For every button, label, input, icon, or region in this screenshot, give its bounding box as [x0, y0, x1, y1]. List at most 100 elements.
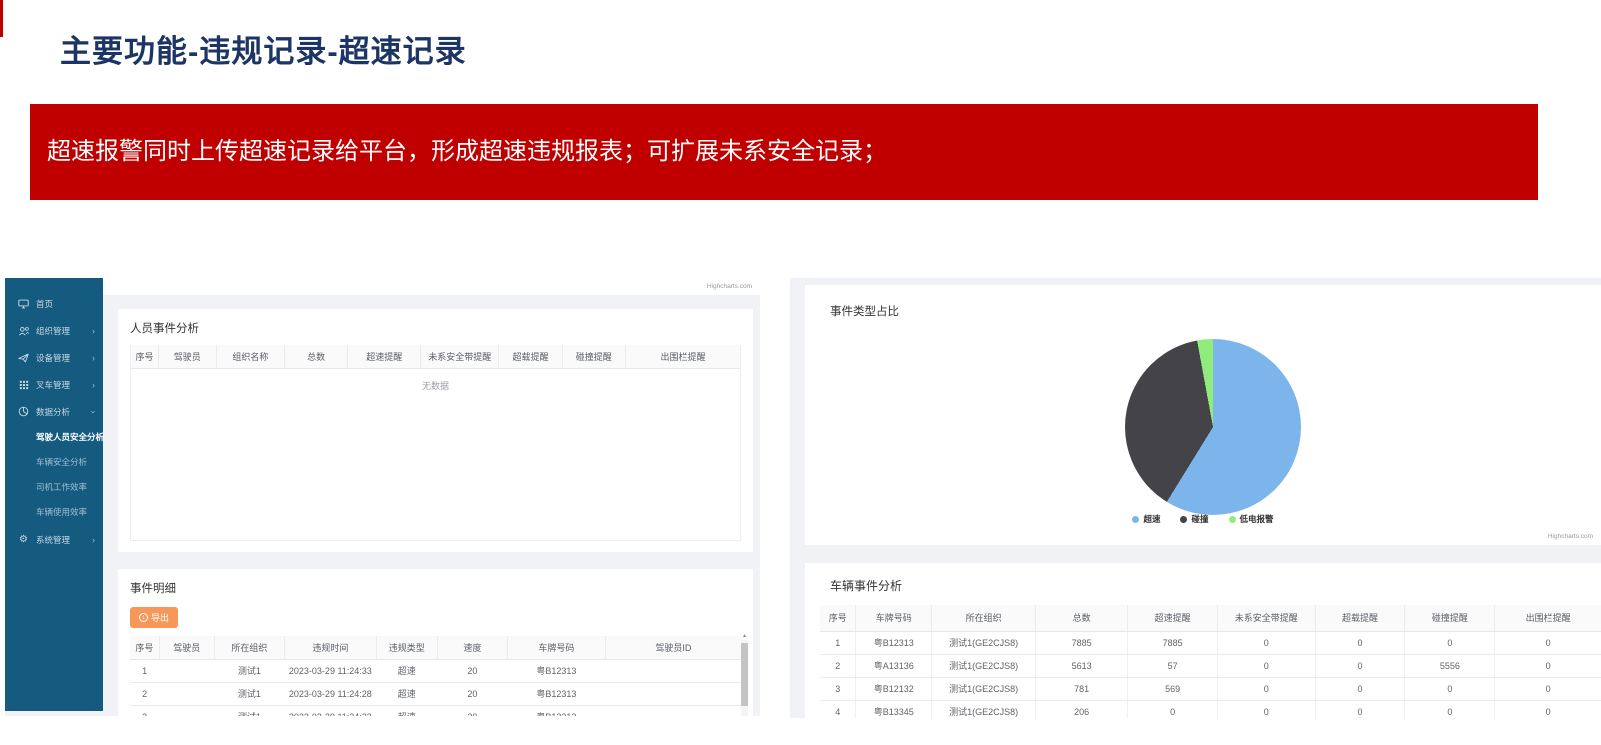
sidebar-subitem-vehicle-safety-analysis[interactable]: 车辆安全分析	[5, 450, 103, 475]
page-title: 主要功能-违规记录-超速记录	[60, 26, 467, 71]
monitor-icon	[17, 298, 30, 309]
scrollbar-up-arrow-icon[interactable]: ▲	[741, 633, 748, 639]
scrollbar-thumb[interactable]	[741, 643, 748, 706]
table-cell: 超速	[376, 705, 437, 716]
table-cell: 粤B12132	[856, 677, 932, 700]
vertical-scrollbar[interactable]: ▲	[741, 640, 748, 716]
table-cell: 0	[1495, 677, 1601, 700]
table-cell: 2023-03-29 11:24:33	[285, 659, 377, 682]
column-header: 所在组织	[932, 605, 1036, 631]
highcharts-credit-link[interactable]: Highcharts.com	[1548, 533, 1593, 540]
sidebar-subitem-driver-safety-analysis[interactable]: 驾驶人员安全分析	[5, 425, 103, 450]
column-header: 违规类型	[376, 636, 437, 659]
sidebar-subitem-vehicle-usage-efficiency[interactable]: 车辆使用效率	[5, 500, 103, 525]
left-main-content: Highcharts.com 人员事件分析 序号驾驶员组织名称总数超速提醒未系安…	[103, 278, 760, 716]
table-cell: 1	[130, 659, 159, 682]
table-cell: 测试1	[214, 659, 284, 682]
table-row[interactable]: 3粤B12132测试1(GE2CJS8)7815690000	[820, 677, 1601, 700]
organization-icon	[17, 325, 30, 336]
table-row[interactable]: 2测试12023-03-29 11:24:28超速20粤B12313	[130, 682, 741, 705]
gear-icon: ⚙	[17, 534, 30, 545]
table-cell: 0	[1405, 700, 1495, 718]
legend-item-collision[interactable]: 碰撞	[1180, 513, 1208, 525]
legend-item-overspeed[interactable]: 超速	[1132, 513, 1160, 525]
highcharts-credit-link[interactable]: Highcharts.com	[707, 283, 752, 290]
legend-dot	[1180, 516, 1187, 523]
column-header: 出围栏提醒	[1495, 605, 1601, 631]
table-cell: 2023-03-29 11:24:28	[285, 682, 377, 705]
legend-dot	[1229, 516, 1236, 523]
table-cell: 0	[1405, 677, 1495, 700]
table-cell: 粤B12313	[508, 659, 606, 682]
table-row[interactable]: 1测试12023-03-29 11:24:33超速20粤B12313	[130, 659, 741, 682]
chevron-right-icon: ›	[92, 380, 95, 390]
person-event-analysis-panel: 人员事件分析 序号驾驶员组织名称总数超速提醒未系安全带提醒超载提醒碰撞提醒出围栏…	[118, 309, 753, 552]
table-cell	[159, 705, 214, 716]
table-cell	[159, 659, 214, 682]
event-detail-table: 序号驾驶员所在组织违规时间违规类型速度车牌号码驾驶员ID 1测试12023-03…	[130, 636, 741, 716]
column-header: 驾驶员	[159, 636, 214, 659]
table-cell: 测试1(GE2CJS8)	[932, 654, 1036, 677]
table-cell: 2023-03-29 11:24:23	[285, 705, 377, 716]
table-cell: 781	[1036, 677, 1128, 700]
table-cell: 7885	[1036, 631, 1128, 654]
sidebar-item-data-analysis[interactable]: 数据分析 ›	[5, 398, 103, 425]
banner-text: 超速报警同时上传超速记录给平台，形成超速违规报表；可扩展未系安全记录；	[47, 131, 887, 166]
table-cell: 20	[437, 682, 507, 705]
sidebar-item-device[interactable]: 设备管理 ›	[5, 344, 103, 371]
table-cell: 206	[1036, 700, 1128, 718]
table-cell: 20	[437, 705, 507, 716]
table-cell: 5613	[1036, 654, 1128, 677]
table-row[interactable]: 4粤B13345测试1(GE2CJS8)20600000	[820, 700, 1601, 718]
table-cell: 0	[1495, 631, 1601, 654]
sidebar-item-organization[interactable]: 组织管理 ›	[5, 317, 103, 344]
legend-item-low-battery[interactable]: 低电报警	[1229, 513, 1274, 525]
table-cell: 粤B12313	[508, 705, 606, 716]
person-event-table: 序号驾驶员组织名称总数超速提醒未系安全带提醒超载提醒碰撞提醒出围栏提醒	[131, 345, 740, 369]
legend-label: 低电报警	[1240, 513, 1274, 525]
table-cell	[605, 682, 741, 705]
export-button-label: 导出	[151, 611, 169, 624]
panel-title: 事件明细	[118, 569, 753, 605]
table-cell	[605, 705, 741, 716]
pie-chart[interactable]	[1125, 339, 1301, 515]
table-cell: 超速	[376, 682, 437, 705]
export-button[interactable]: ↓ 导出	[130, 607, 178, 628]
column-header: 总数	[284, 345, 347, 368]
table-cell: 57	[1128, 654, 1218, 677]
vehicle-analysis-dashboard-screenshot: 事件类型占比 超速 碰撞 低电报警 Highcharts.com 车辆事件分析 …	[790, 278, 1601, 718]
table-cell: 20	[437, 659, 507, 682]
column-header: 序号	[131, 345, 158, 368]
device-icon	[17, 352, 30, 363]
panel-title: 事件类型占比	[805, 285, 1601, 319]
table-cell	[159, 682, 214, 705]
table-cell: 7885	[1128, 631, 1218, 654]
table-row[interactable]: 1粤B12313测试1(GE2CJS8)788578850000	[820, 631, 1601, 654]
table-cell: 0	[1218, 631, 1316, 654]
table-row[interactable]: 3测试12023-03-29 11:24:23超速20粤B12313	[130, 705, 741, 716]
forklift-icon	[17, 379, 30, 390]
pie-legend: 超速 碰撞 低电报警	[805, 513, 1601, 525]
table-row[interactable]: 2粤A13136测试1(GE2CJS8)5613570055560	[820, 654, 1601, 677]
table-header-row: 序号驾驶员组织名称总数超速提醒未系安全带提醒超载提醒碰撞提醒出围栏提醒	[131, 345, 740, 368]
column-header: 碰撞提醒	[562, 345, 625, 368]
table-cell: 0	[1315, 631, 1405, 654]
table-cell: 粤B13345	[856, 700, 932, 718]
table-cell: 569	[1128, 677, 1218, 700]
column-header: 超速提醒	[348, 345, 421, 368]
sidebar: 首页 组织管理 › 设备管理 › 叉车管理 › 数据	[5, 278, 103, 711]
table-header-row: 序号车牌号码所在组织总数超速提醒未系安全带提醒超载提醒碰撞提醒出围栏提醒	[820, 605, 1601, 631]
sidebar-item-home[interactable]: 首页	[5, 290, 103, 317]
table-cell: 0	[1315, 654, 1405, 677]
sidebar-subitem-driver-efficiency[interactable]: 司机工作效率	[5, 475, 103, 500]
sidebar-item-forklift[interactable]: 叉车管理 ›	[5, 371, 103, 398]
table-cell: 0	[1405, 631, 1495, 654]
description-banner: 超速报警同时上传超速记录给平台，形成超速违规报表；可扩展未系安全记录；	[30, 104, 1538, 200]
column-header: 超速提醒	[1128, 605, 1218, 631]
column-header: 碰撞提醒	[1405, 605, 1495, 631]
sidebar-item-system[interactable]: ⚙ 系统管理 ›	[5, 526, 103, 553]
legend-dot	[1132, 516, 1139, 523]
vehicle-event-table: 序号车牌号码所在组织总数超速提醒未系安全带提醒超载提醒碰撞提醒出围栏提醒 1粤B…	[820, 605, 1601, 718]
sidebar-item-label: 首页	[36, 298, 95, 310]
column-header: 超载提醒	[1315, 605, 1405, 631]
